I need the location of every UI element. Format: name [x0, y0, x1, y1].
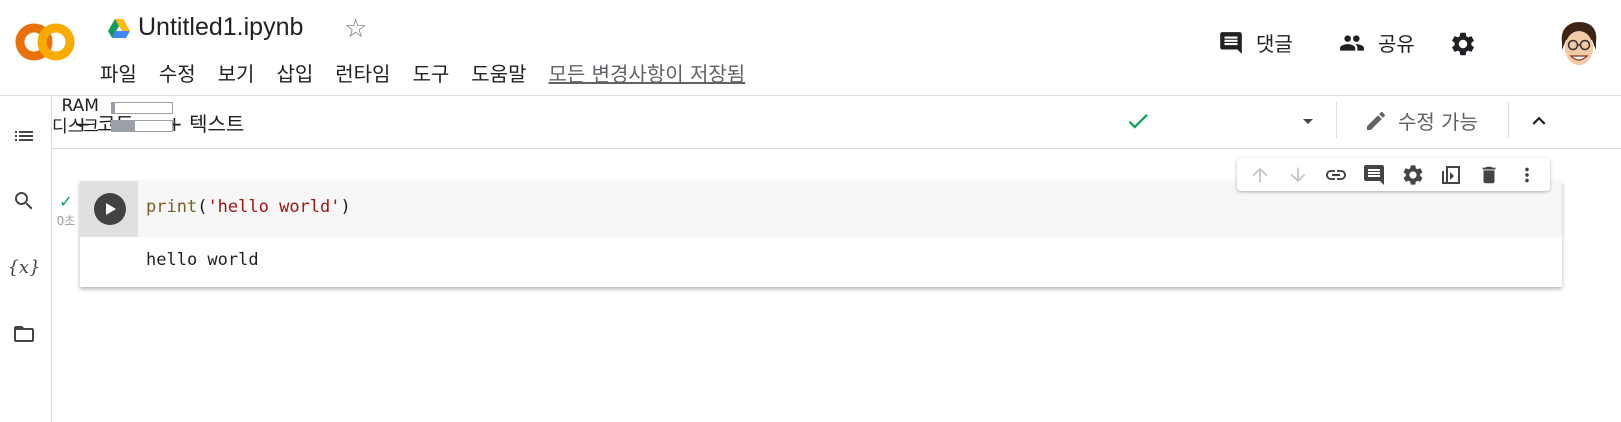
execution-status: ✓ 0초	[53, 194, 79, 229]
settings-icon[interactable]	[1399, 161, 1427, 189]
divider	[1508, 102, 1509, 138]
drive-icon	[108, 19, 130, 38]
sidebar: {x}	[0, 96, 52, 422]
avatar[interactable]	[1556, 20, 1602, 68]
disk-bar-fill	[111, 120, 135, 131]
collapse-chevron-icon[interactable]	[1526, 108, 1552, 138]
notebook-toolbar: + 코드 + 텍스트 RAM 디스크 수정 가능	[52, 96, 1621, 149]
comment-label: 댓글	[1256, 32, 1293, 56]
disk-bar	[110, 119, 173, 132]
pencil-icon	[1367, 111, 1386, 130]
menu-view[interactable]: 보기	[218, 58, 255, 87]
ram-bar	[110, 101, 173, 114]
code-keyword: print	[146, 197, 198, 217]
more-icon[interactable]	[1513, 161, 1541, 189]
menu-tools[interactable]: 도구	[412, 58, 449, 87]
people-icon	[1340, 34, 1364, 51]
share-button[interactable]: 공유	[1338, 28, 1415, 57]
connected-check-icon	[1125, 108, 1151, 138]
code-cell[interactable]: print('hello world') hello world	[80, 181, 1562, 287]
exec-check-icon: ✓	[59, 192, 73, 211]
comment-icon	[1220, 31, 1242, 54]
variables-icon[interactable]: {x}	[7, 253, 40, 281]
move-up-icon[interactable]	[1246, 161, 1274, 189]
folder-icon[interactable]	[10, 320, 38, 348]
exec-time: 0초	[56, 214, 76, 228]
notebook-title[interactable]: Untitled1.ipynb	[138, 13, 303, 42]
comment-icon[interactable]	[1360, 161, 1388, 189]
settings-icon[interactable]	[1449, 30, 1477, 58]
add-text-button[interactable]: + 텍스트	[166, 108, 244, 137]
cell-toolbar	[1237, 158, 1550, 191]
run-button[interactable]	[94, 193, 126, 225]
search-icon[interactable]	[10, 187, 38, 215]
menu-edit[interactable]: 수정	[159, 58, 196, 87]
code-line[interactable]: print('hello world')	[146, 197, 351, 217]
delete-icon[interactable]	[1475, 161, 1503, 189]
ram-bar-fill	[111, 102, 115, 113]
edit-mode-button[interactable]: 수정 가능	[1364, 106, 1478, 135]
menu-file[interactable]: 파일	[100, 58, 137, 87]
menu-help[interactable]: 도움말	[471, 58, 526, 87]
runtime-dropdown-icon[interactable]	[1296, 109, 1320, 137]
play-icon	[106, 203, 116, 215]
run-gutter	[80, 181, 138, 237]
star-icon[interactable]: ☆	[344, 14, 367, 44]
save-status-link[interactable]: 모든 변경사항이 저장됨	[548, 58, 745, 87]
comment-button[interactable]: 댓글	[1218, 28, 1293, 57]
menu-insert[interactable]: 삽입	[276, 58, 313, 87]
colab-logo[interactable]	[14, 22, 76, 62]
share-label: 공유	[1378, 32, 1415, 56]
menu-runtime[interactable]: 런타임	[335, 58, 390, 87]
code-paren-close: )	[340, 197, 351, 217]
move-down-icon[interactable]	[1284, 161, 1312, 189]
header: Untitled1.ipynb ☆ 파일 수정 보기 삽입 런타임 도구 도움말…	[0, 0, 1621, 96]
edit-mode-label: 수정 가능	[1398, 110, 1478, 134]
divider	[1336, 102, 1337, 138]
menu-bar: 파일 수정 보기 삽입 런타임 도구 도움말 모든 변경사항이 저장됨	[100, 58, 767, 87]
cell-output: hello world	[146, 250, 259, 270]
code-string: 'hello world'	[207, 197, 341, 217]
mirror-cell-icon[interactable]	[1437, 161, 1465, 189]
toc-icon[interactable]	[10, 122, 38, 150]
link-icon[interactable]	[1322, 161, 1350, 189]
code-paren-open: (	[197, 197, 208, 217]
